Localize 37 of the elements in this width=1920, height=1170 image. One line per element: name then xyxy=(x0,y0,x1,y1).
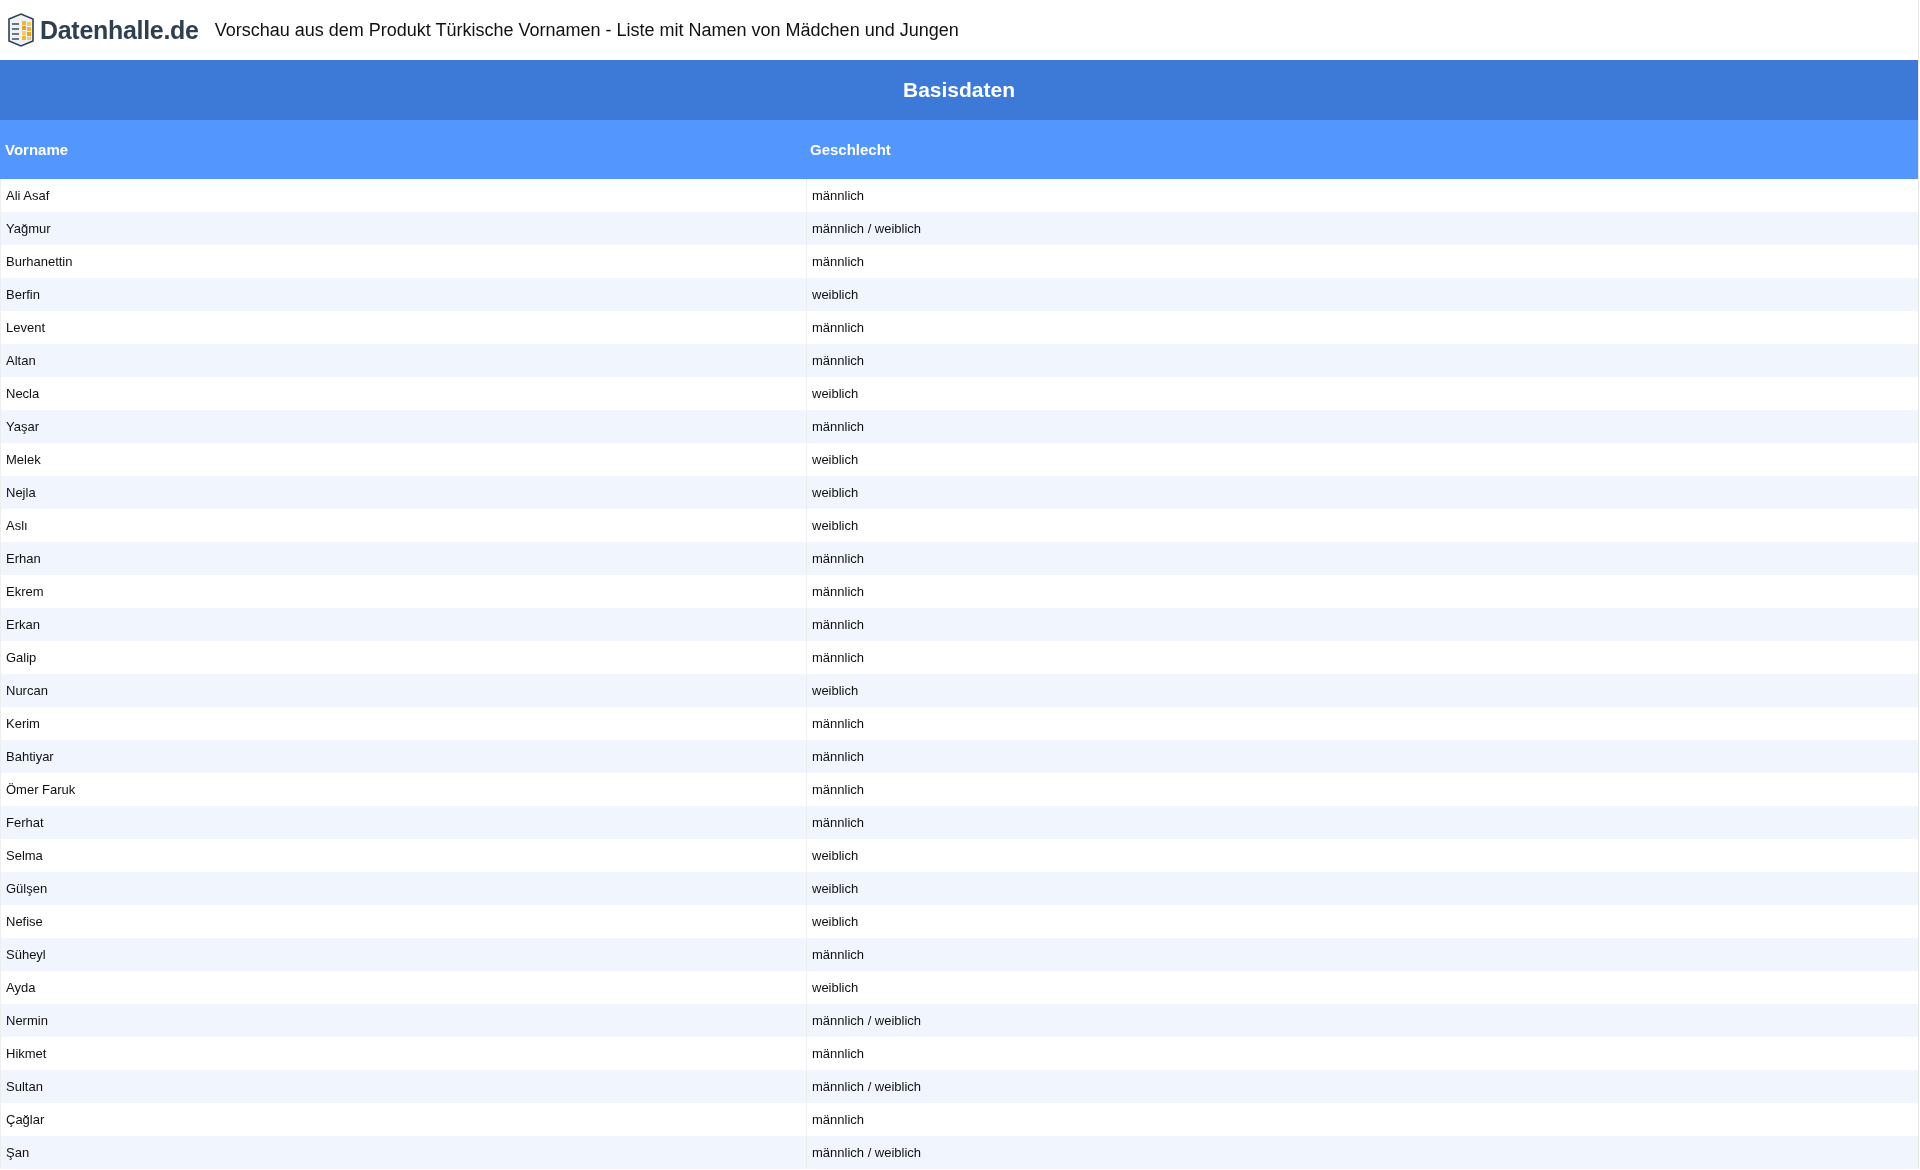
column-header: Geschlecht xyxy=(809,141,892,158)
table-cell-text: männlich xyxy=(811,187,866,205)
logo-icon xyxy=(6,13,36,47)
table-cell-text: männlich xyxy=(811,1111,866,1129)
page-title: Vorschau aus dem Produkt Türkische Vornamen - Liste mit Namen von Mädchen und Jungen xyxy=(214,19,959,41)
table-cell-text: weiblich xyxy=(811,286,860,304)
table-cell-text: männlich xyxy=(811,748,866,766)
table-cell-text: männlich xyxy=(811,616,866,634)
table-cell-text: männlich xyxy=(811,781,866,799)
table-cell-text: männlich xyxy=(811,583,866,601)
table-cell-text: männlich xyxy=(811,814,866,832)
table-cell-text: weiblich xyxy=(811,880,860,898)
table-cell: Şan xyxy=(0,1136,807,1169)
table-cell-text: männlich xyxy=(811,418,866,436)
column-header: Vorname xyxy=(4,141,70,158)
logo-text[interactable]: Datenhalle.de xyxy=(40,15,199,45)
table-cell-text: männlich xyxy=(811,253,866,271)
table-cell-text: männlich / weiblich xyxy=(811,1144,923,1162)
table-cell-text: männlich xyxy=(811,352,866,370)
table-cell-text: weiblich xyxy=(811,451,860,469)
table-cell-text: männlich / weiblich xyxy=(811,1078,923,1096)
table-cell-text: männlich xyxy=(811,946,866,964)
table-cell-text: weiblich xyxy=(811,979,860,997)
table-cell-text: männlich / weiblich xyxy=(811,1012,923,1030)
section-header: Basisdaten xyxy=(0,60,1918,120)
table-cell-text: männlich xyxy=(811,649,866,667)
table-cell-text: weiblich xyxy=(811,682,860,700)
table-cell-text: männlich xyxy=(811,319,866,337)
table-cell-text: männlich / weiblich xyxy=(811,220,923,238)
table-cell-text: männlich xyxy=(811,1045,866,1063)
table-cell-text: weiblich xyxy=(811,385,860,403)
table-cell-text: weiblich xyxy=(811,913,860,931)
table-cell-text: männlich xyxy=(811,715,866,733)
table-cell-text: männlich xyxy=(811,550,866,568)
table-cell-text: weiblich xyxy=(811,484,860,502)
table-cell-text: weiblich xyxy=(811,517,860,535)
table-cell-text: weiblich xyxy=(811,847,860,865)
